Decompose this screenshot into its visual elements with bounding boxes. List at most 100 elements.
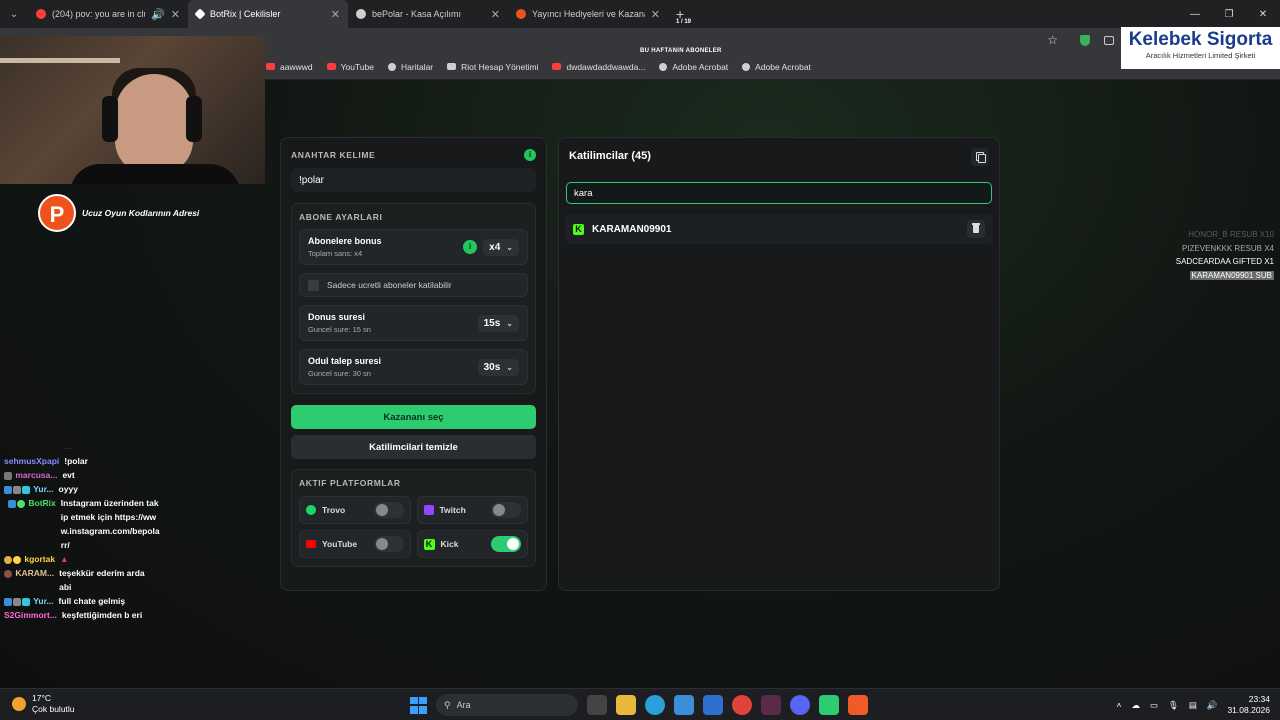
claim-time-select[interactable]: 30s ⌄ [477,358,519,376]
sponsor-banner: Kelebek Sigorta Aracılık Hizmetleri Limi… [1121,27,1280,69]
sub-bonus-subtitle: Toplam sans: x4 [308,249,363,258]
paid-only-label: Sadece ucretli aboneler katilabilir [327,280,452,290]
promo-text: Ucuz Oyun Kodlarının Adresi [82,208,200,218]
participant-search-input[interactable]: kara [566,182,992,204]
bookmark-item[interactable]: Adobe Acrobat [659,62,728,72]
cloud-icon[interactable]: ☁ [1132,700,1141,711]
network-icon[interactable]: ▤ [1189,700,1197,711]
speaker-icon[interactable]: 🔊 [151,8,165,21]
chat-text: oyyy [58,484,78,494]
bookmark-item[interactable]: YouTube [326,62,374,72]
paid-only-checkbox[interactable] [308,279,319,291]
brave-icon[interactable] [848,695,868,715]
volume-icon[interactable]: 🔊 [1207,700,1218,711]
bonus-time-select[interactable]: 15s ⌄ [477,314,519,332]
youtube-favicon-icon [36,9,46,19]
clock[interactable]: 23:34 31.08.2026 [1227,694,1270,716]
keyword-input[interactable]: !polar [291,168,536,192]
webcam-overlay [0,36,265,184]
app-icon[interactable] [819,695,839,715]
trash-icon[interactable] [967,220,985,238]
stream-chat: ... sehmusXpapi !polar marcusa... evt Yur.… [4,440,174,622]
youtube-toggle[interactable] [373,536,404,552]
tab-title: (204) pov: you are in club a [52,9,145,19]
close-tab-icon[interactable]: ✕ [491,8,500,21]
badge-icon [13,597,21,606]
globe-icon [388,62,397,71]
globe-icon [659,62,668,71]
maximize-icon[interactable]: ❐ [1212,9,1246,20]
close-tab-icon[interactable]: ✕ [171,8,180,21]
weather-icon [12,697,26,711]
tab-search-icon[interactable]: ⌄ [0,9,28,20]
minimize-icon[interactable]: — [1178,9,1212,20]
badge-icon [13,485,21,494]
mail-icon[interactable] [703,695,723,715]
platform-twitch: Twitch [416,496,528,524]
chat-user: Yur... [4,482,54,496]
platform-youtube: YouTube [299,530,411,558]
adblock-extension-icon[interactable] [1080,35,1090,46]
chat-user: marcusa... [4,468,57,482]
display-icon[interactable]: ▭ [1150,700,1158,711]
chat-user: sehmusXpapi [4,456,60,466]
badge-icon [22,485,30,494]
clear-participants-button[interactable]: Katilimcilari temizle [291,435,536,459]
youtube-icon [306,540,316,548]
copy-icon[interactable] [971,148,989,166]
sponsor-title: Kelebek Sigorta [1128,29,1273,50]
bookmark-item[interactable]: dwdawdaddwawda... [552,62,645,72]
close-tab-icon[interactable]: ✕ [651,8,660,21]
chrome-icon[interactable] [732,695,752,715]
browser-tab[interactable]: bePolar - Kasa Açılımı ✕ [348,0,508,28]
platform-kick: K Kick [416,530,528,558]
weather-widget[interactable]: 17°C Çok bulutlu [12,693,75,715]
subs-feed-item: HONOR_B RESUB X10 [1188,230,1274,239]
browser-tab[interactable]: Yayıncı Hediyeleri ve Kazananla ✕ [508,0,668,28]
platforms-label: AKTIF PLATFORMLAR [299,478,401,488]
browser-tab-active[interactable]: BotRix | Cekilisler ✕ [188,0,348,28]
chevron-up-icon[interactable]: ˄ [1117,700,1122,710]
chat-text: !polar [64,456,88,466]
platform-trovo: Trovo [299,496,411,524]
chat-user: kgortak [4,552,55,566]
promo-overlay: P Ucuz Oyun Kodlarının Adresi [38,194,199,232]
youtube-icon [266,63,275,70]
file-explorer-icon[interactable] [616,695,636,715]
sub-settings-label: ABONE AYARLARI [299,212,383,222]
trovo-toggle[interactable] [373,502,404,518]
task-view-icon[interactable] [587,695,607,715]
badge-icon [13,555,21,564]
bookmark-item[interactable]: Adobe Acrobat [742,62,811,72]
store-icon[interactable] [674,695,694,715]
info-icon[interactable]: i [524,149,536,161]
sub-bonus-select[interactable]: x4 ⌄ [483,238,519,256]
bookmark-item[interactable]: Riot Hesap Yönetimi [447,62,538,72]
chat-message: BotRix Instagram üzerinden takip etmek iç… [4,496,174,552]
paid-only-card[interactable]: Sadece ucretli aboneler katilabilir [299,273,528,297]
extension-icon[interactable] [1104,36,1114,45]
taskbar-search[interactable]: ⚲ Ara [436,694,578,716]
bookmark-item[interactable]: aawwwd [266,62,313,72]
twitch-toggle[interactable] [491,502,521,518]
participants-panel: Katilimcilar (45) kara K KARAMAN09901 [558,137,1000,591]
close-tab-icon[interactable]: ✕ [331,8,340,21]
pick-winner-button[interactable]: Kazananı seç [291,405,536,429]
kick-toggle[interactable] [491,536,521,552]
bookmark-item[interactable]: Haritalar [388,62,433,72]
bonus-time-subtitle: Guncel sure: 15 sn [308,325,371,334]
badge-icon [4,597,12,606]
kick-icon: K [423,538,435,550]
chat-text: keşfettiğimden b eri [61,610,143,620]
browser-tab-strip: ⌄ (204) pov: you are in club a 🔊 ✕ BotRi… [0,0,1280,28]
info-icon[interactable]: i [463,240,478,254]
microphone-icon[interactable]: 🎙 [1168,700,1179,711]
browser-tab[interactable]: (204) pov: you are in club a 🔊 ✕ [28,0,188,28]
edge-icon[interactable] [645,695,665,715]
bookmark-star-icon[interactable]: ☆ [1047,33,1058,47]
subs-feed-item: KARAMAN09901 SUB [1189,270,1274,280]
windows-start-icon[interactable] [410,696,427,714]
discord-icon[interactable] [790,695,810,715]
close-window-icon[interactable]: ✕ [1246,9,1280,20]
app-icon[interactable] [761,695,781,715]
